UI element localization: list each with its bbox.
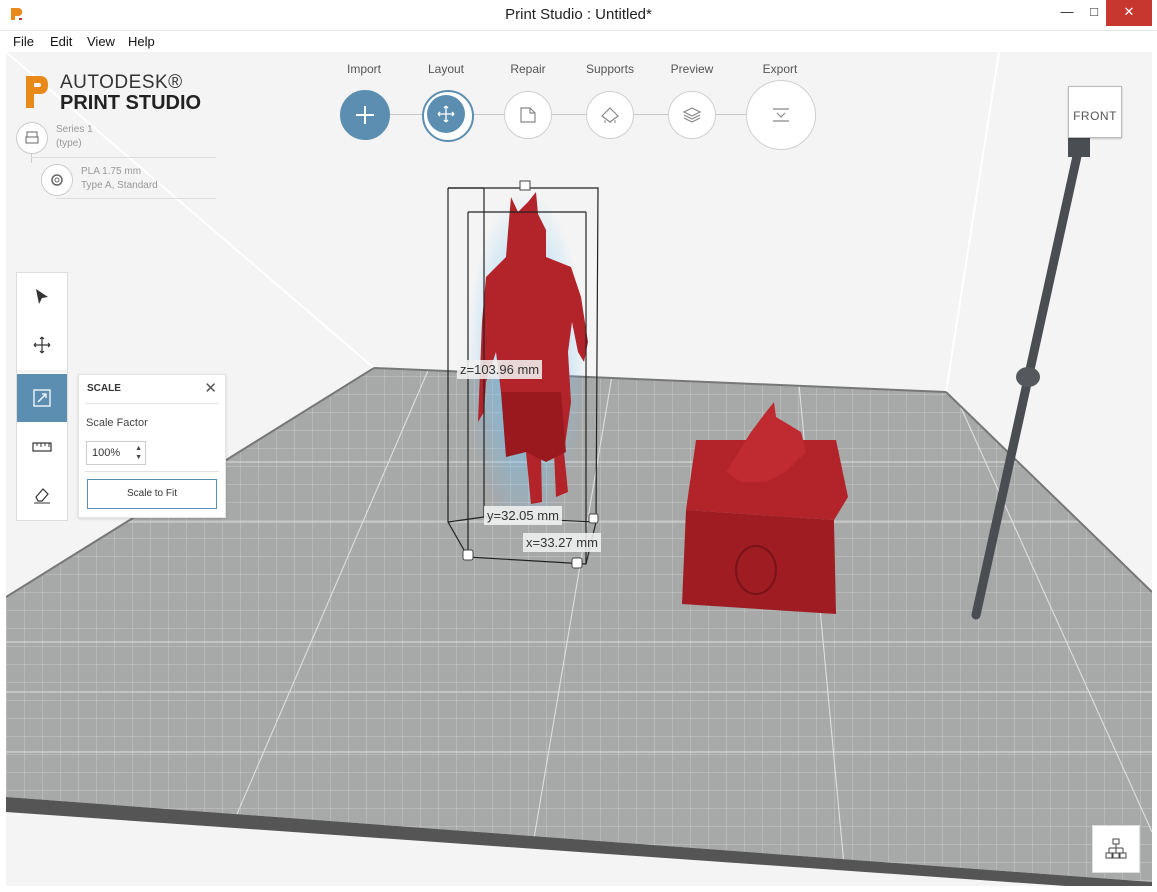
- select-tool-button[interactable]: [17, 273, 67, 321]
- move-tool-button[interactable]: [17, 321, 67, 369]
- plus-icon: [356, 106, 374, 124]
- export-icon: [773, 108, 789, 122]
- 3d-viewport[interactable]: AUTODESK® PRINT STUDIO Series 1 (type) P…: [6, 52, 1152, 886]
- step-export-label: Export: [762, 62, 798, 76]
- step-repair-label: Repair: [510, 62, 546, 76]
- material-info: PLA 1.75 mm Type A, Standard: [81, 165, 158, 193]
- view-cube-front-face[interactable]: FRONT: [1069, 109, 1121, 123]
- scale-factor-value: 100%: [92, 447, 121, 459]
- supports-icon: [601, 107, 619, 123]
- brand-autodesk: AUTODESK®: [60, 72, 183, 93]
- layers-icon: [682, 107, 702, 123]
- dimension-x-label: x=33.27 mm: [523, 533, 601, 552]
- scale-factor-label: Scale Factor: [86, 417, 148, 429]
- step-repair-button[interactable]: [504, 91, 552, 139]
- menu-edit[interactable]: Edit: [50, 34, 72, 49]
- material-name: PLA 1.75 mm: [81, 166, 142, 177]
- scene-tree-button[interactable]: [1092, 825, 1140, 873]
- material-type: Type A, Standard: [81, 180, 158, 191]
- material-settings-button[interactable]: [41, 164, 73, 196]
- scale-to-fit-button[interactable]: Scale to Fit: [87, 479, 217, 509]
- step-supports-button[interactable]: [586, 91, 634, 139]
- tool-palette: [16, 272, 68, 521]
- printer-name: Series 1: [56, 124, 93, 135]
- eraser-icon: [34, 488, 50, 504]
- scale-factor-stepper[interactable]: ▲ ▼: [135, 444, 142, 462]
- autodesk-p-logo: [26, 76, 48, 108]
- repair-icon: [520, 107, 536, 123]
- scale-tool-button[interactable]: [17, 374, 67, 422]
- step-layout-button[interactable]: [422, 90, 474, 142]
- title-bar: Print Studio : Untitled* — □ ✕: [0, 0, 1157, 31]
- scale-factor-input[interactable]: 100% ▲ ▼: [86, 441, 146, 465]
- step-export-button[interactable]: [746, 80, 816, 150]
- menu-file[interactable]: File: [13, 34, 34, 49]
- step-preview-label: Preview: [670, 62, 714, 76]
- scale-panel-title: SCALE: [87, 383, 121, 394]
- step-import-label: Import: [346, 62, 381, 76]
- ruler-icon: [32, 442, 52, 452]
- step-import-button[interactable]: [340, 90, 390, 140]
- scale-panel: SCALE ✕ Scale Factor 100% ▲ ▼ Scale to Fi…: [78, 374, 226, 518]
- printer-icon: [25, 131, 39, 144]
- close-window-button[interactable]: ✕: [1106, 0, 1152, 26]
- step-preview-button[interactable]: [668, 91, 716, 139]
- window-title: Print Studio : Untitled*: [505, 6, 652, 23]
- brand-logo: AUTODESK® PRINT STUDIO: [24, 72, 201, 115]
- move-icon: [437, 105, 455, 123]
- measure-tool-button[interactable]: [17, 423, 67, 471]
- scale-icon: [33, 389, 51, 407]
- move-icon: [33, 336, 51, 354]
- step-supports-label: Supports: [585, 62, 635, 76]
- dimension-y-label: y=32.05 mm: [484, 506, 562, 525]
- gear-icon: [51, 174, 63, 186]
- menu-view[interactable]: View: [87, 34, 115, 49]
- printer-type: (type): [56, 138, 82, 149]
- eraser-tool-button[interactable]: [17, 471, 67, 519]
- step-layout-label: Layout: [427, 62, 465, 76]
- cursor-icon: [36, 289, 48, 304]
- view-cube[interactable]: FRONT: [1068, 86, 1122, 138]
- close-icon[interactable]: ✕: [204, 379, 217, 397]
- hierarchy-icon: [1105, 838, 1127, 859]
- brand-print-studio: PRINT STUDIO: [60, 92, 202, 114]
- menu-help[interactable]: Help: [128, 34, 155, 49]
- menu-bar: File Edit View Help: [0, 31, 1157, 52]
- dimension-z-label: z=103.96 mm: [457, 360, 543, 379]
- printer-info: Series 1 (type): [56, 123, 93, 151]
- printer-settings-button[interactable]: [16, 122, 48, 154]
